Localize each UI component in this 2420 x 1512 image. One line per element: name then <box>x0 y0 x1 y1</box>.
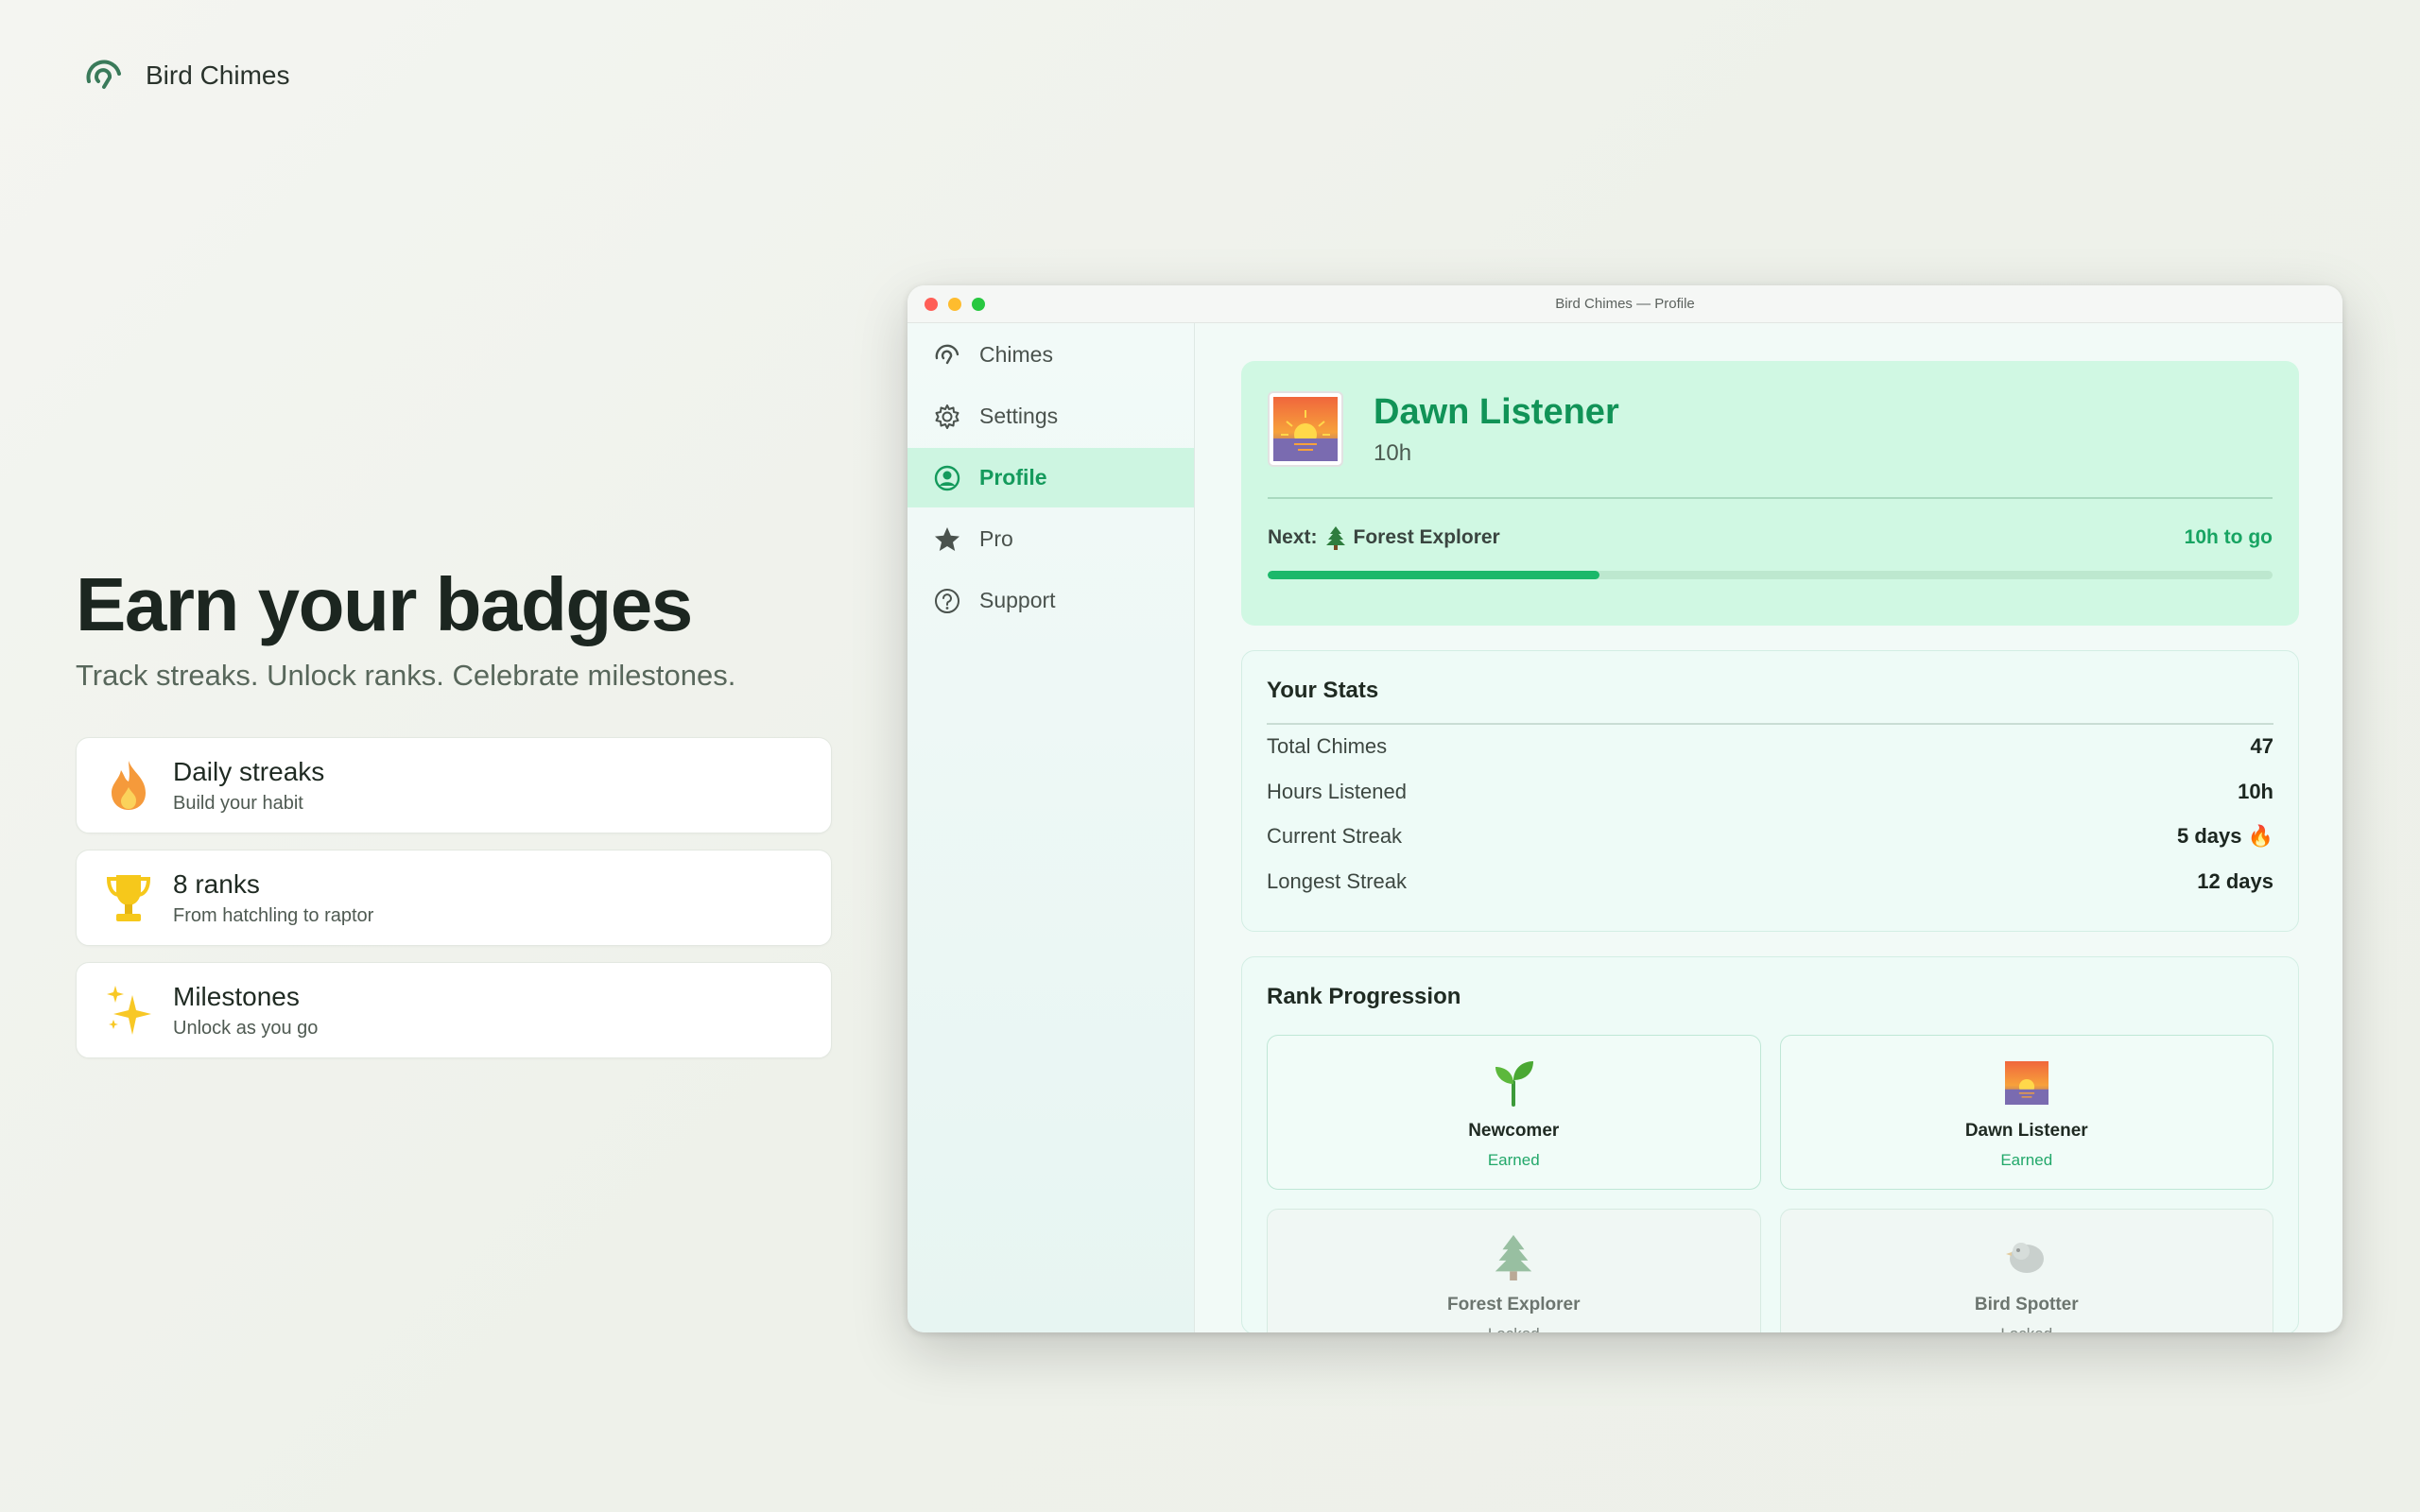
divider <box>1268 497 2273 499</box>
next-rank-remaining: 10h to go <box>2184 525 2273 548</box>
rank-tile-dawn-listener[interactable]: Dawn Listener Earned <box>1779 1035 2273 1190</box>
zoom-window-button[interactable] <box>972 298 985 311</box>
star-icon <box>932 524 962 555</box>
window-title: Bird Chimes — Profile <box>1555 296 1695 312</box>
stat-value: 12 days <box>2197 868 2273 893</box>
gear-icon <box>932 402 962 432</box>
rank-tile-newcomer[interactable]: Newcomer Earned <box>1267 1035 1761 1190</box>
stat-value: 5 days 🔥 <box>2177 824 2273 849</box>
hero-subtitle: Track streaks. Unlock ranks. Celebrate m… <box>76 659 736 692</box>
sidebar-item-settings[interactable]: Settings <box>908 387 1194 446</box>
sunrise-icon <box>2004 1058 2048 1108</box>
person-circle-icon <box>932 463 962 493</box>
stats-title: Your Stats <box>1267 678 1379 703</box>
sparkles-icon <box>103 982 154 1039</box>
next-rank-label: Next: Forest Explorer <box>1268 525 1500 550</box>
bird-icon <box>2004 1232 2049 1281</box>
sunrise-icon <box>1268 391 1343 467</box>
brand: Bird Chimes <box>81 53 289 98</box>
feature-card-ranks: 8 ranks From hatchling to raptor <box>76 850 832 946</box>
hero-title: Earn your badges <box>76 562 693 646</box>
flame-icon <box>103 757 154 814</box>
rank-progression-title: Rank Progression <box>1267 984 1461 1009</box>
feature-card-streaks: Daily streaks Build your habit <box>76 737 832 833</box>
sidebar: Chimes Settings Profile Pro Support <box>908 323 1195 1332</box>
sidebar-item-chimes[interactable]: Chimes <box>908 325 1194 385</box>
help-icon <box>932 586 962 616</box>
feature-list: Daily streaks Build your habit 8 ranks F… <box>76 737 832 1074</box>
sidebar-item-label: Pro <box>979 526 1013 551</box>
rank-progress-bar <box>1268 570 2273 579</box>
evergreen-tree-icon <box>1325 525 1345 550</box>
profile-content: Dawn Listener 10h Next: Forest Explorer … <box>1196 323 2342 1332</box>
rank-tile-name: Bird Spotter <box>1974 1295 2079 1314</box>
window-titlebar[interactable]: Bird Chimes — Profile <box>908 285 2342 323</box>
current-rank-name: Dawn Listener <box>1374 391 1619 432</box>
feature-subtitle: From hatchling to raptor <box>173 904 374 926</box>
rank-tile-forest-explorer[interactable]: Forest Explorer Locked <box>1267 1209 1761 1332</box>
feature-title: Milestones <box>173 981 300 1011</box>
trophy-icon <box>103 869 154 926</box>
sidebar-item-label: Chimes <box>979 342 1053 367</box>
stat-label: Hours Listened <box>1267 779 1407 803</box>
minimize-window-button[interactable] <box>948 298 961 311</box>
rank-tile-status: Locked <box>2000 1325 2052 1332</box>
rank-tile-status: Earned <box>2000 1151 2053 1169</box>
feature-title: 8 ranks <box>173 868 260 899</box>
rank-tile-status: Earned <box>1487 1151 1540 1169</box>
feature-subtitle: Unlock as you go <box>173 1017 319 1039</box>
stat-value: 10h <box>2238 779 2273 803</box>
next-prefix: Next: <box>1268 525 1318 548</box>
stat-row-total-chimes: Total Chimes 47 <box>1267 725 2273 770</box>
rank-tile-name: Forest Explorer <box>1447 1295 1581 1314</box>
stats-panel: Your Stats Total Chimes 47 Hours Listene… <box>1241 650 2299 932</box>
rank-progression-panel: Rank Progression Newcomer Earned Dawn Li… <box>1241 956 2299 1332</box>
app-window: Bird Chimes — Profile Chimes Settings Pr… <box>908 285 2342 1332</box>
feature-title: Daily streaks <box>173 756 325 786</box>
stat-row-hours-listened: Hours Listened 10h <box>1267 769 2273 815</box>
sidebar-item-profile[interactable]: Profile <box>908 448 1194 507</box>
feature-card-milestones: Milestones Unlock as you go <box>76 962 832 1058</box>
stat-label: Current Streak <box>1267 824 1403 849</box>
sidebar-item-label: Support <box>979 588 1056 612</box>
close-window-button[interactable] <box>925 298 938 311</box>
sidebar-item-label: Settings <box>979 404 1059 428</box>
brand-name: Bird Chimes <box>146 60 290 90</box>
feature-subtitle: Build your habit <box>173 792 303 814</box>
hero: Earn your badges Track streaks. Unlock r… <box>76 562 832 693</box>
current-rank-card: Dawn Listener 10h Next: Forest Explorer … <box>1241 361 2299 626</box>
rank-tile-status: Locked <box>1488 1325 1540 1332</box>
rank-progress-fill <box>1268 570 1599 579</box>
current-rank-hours: 10h <box>1374 439 1412 466</box>
sidebar-item-pro[interactable]: Pro <box>908 509 1194 569</box>
stat-label: Longest Streak <box>1267 868 1407 893</box>
next-rank-name: Forest Explorer <box>1353 525 1500 548</box>
stat-row-longest-streak: Longest Streak 12 days <box>1267 859 2273 904</box>
bird-chimes-logo-icon <box>86 60 121 89</box>
rank-tile-name: Newcomer <box>1468 1121 1560 1141</box>
window-controls <box>925 298 985 311</box>
stat-row-current-streak: Current Streak 5 days 🔥 <box>1267 815 2273 860</box>
chime-icon <box>932 340 962 370</box>
seedling-icon <box>1490 1058 1537 1108</box>
sidebar-item-label: Profile <box>979 465 1047 490</box>
stat-label: Total Chimes <box>1267 734 1388 759</box>
rank-tile-name: Dawn Listener <box>1964 1121 2088 1141</box>
evergreen-tree-icon <box>1492 1232 1535 1281</box>
rank-tile-bird-spotter[interactable]: Bird Spotter Locked <box>1779 1209 2273 1332</box>
sidebar-item-support[interactable]: Support <box>908 571 1194 630</box>
stat-value: 47 <box>2250 734 2273 759</box>
